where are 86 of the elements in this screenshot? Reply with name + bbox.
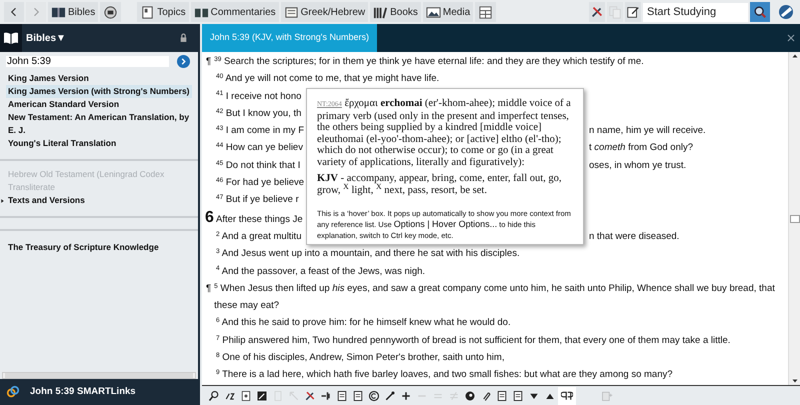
- verse-text: $^{5}$ When Jesus then lifted up his eyes, and saw a great company come unto him, he saith unto Philip, Whence shall we buy bread, that these may eat?: [214, 282, 776, 314]
- hover-options-link[interactable]: Options | Hover Options...: [394, 219, 498, 229]
- verse-text: $^{9}$ There is a lad here, which hath five barley loaves, and two small fishes: but what are they among so many?: [216, 368, 674, 382]
- verse-text: $^{40}$ And ye will not come to me, that ye might have life.: [216, 72, 440, 86]
- reference-field[interactable]: John 5:39: [6, 56, 169, 67]
- plus-icon: [400, 390, 412, 402]
- toolbar-button[interactable]: Greek/Hebrew: [280, 2, 368, 22]
- toolbar-button[interactable]: Books: [370, 2, 421, 22]
- search-icon: [753, 5, 767, 19]
- tool-button[interactable]: [558, 386, 576, 404]
- toolbar-button[interactable]: Media: [422, 2, 474, 22]
- verse-text: $^{42}$ But I know you, th: [216, 106, 302, 121]
- verse-text: $^{3}$ And Jesus went up into a mountain, and there he sat with his disciples.: [216, 247, 521, 262]
- bible-list-item[interactable]: Young's Literal Translation: [6, 137, 118, 150]
- disc-icon: [103, 4, 118, 20]
- bible-list-item[interactable]: New Testament: An American Translation, by E. J.: [6, 111, 192, 137]
- verse-text: $^{47}$ But if ye believe r: [216, 193, 299, 208]
- document-icon: [496, 390, 508, 402]
- copyright-icon: [368, 390, 380, 402]
- wand-icon: [384, 390, 396, 402]
- kjv-usage-text: KJV - accompany, appear, bring, come, enter, fall out, go, grow, $^{X}$ light, $^{X}$ next, pass, resort, be set.: [317, 173, 563, 196]
- document-icon: [336, 390, 348, 402]
- search-button[interactable]: [750, 2, 770, 22]
- verse-text: $^{46}$ For had ye believe: [216, 176, 304, 190]
- scroll-icon: [284, 4, 299, 20]
- page-icon: [140, 4, 156, 20]
- verse-text: $^{6}$ And this he said to prove him: for he himself knew what he would do.: [216, 316, 512, 330]
- verse-text: $^{44}$ How can ye believ: [216, 141, 303, 156]
- link-icon: [6, 385, 20, 399]
- verse-text: $^{8}$ One of his disciples, Andrew, Simon Peter's brother, saith unto him,: [216, 350, 506, 366]
- document-icon: [352, 390, 364, 402]
- paragraph-mark: ¶: [206, 282, 212, 296]
- smartlinks-label[interactable]: John 5:39 SMARTLinks: [30, 384, 136, 400]
- scroll-thumb[interactable]: [790, 214, 800, 222]
- toolbar-button[interactable]: Bibles: [48, 2, 98, 22]
- close-icon: [787, 34, 795, 42]
- grid-icon: [478, 4, 494, 20]
- verse-text: t cometh from God only?: [589, 141, 694, 156]
- bible-list-item[interactable]: American Standard Version: [6, 98, 122, 111]
- toolbar-button[interactable]: Topics: [137, 2, 189, 22]
- pointer-icon: [288, 390, 300, 402]
- verse-text: $^{43}$ I am come in my F: [216, 124, 304, 138]
- bookshelf-icon: [373, 4, 388, 20]
- verse-text: $^{4}$ And the passover, a feast of the Jews, was nigh.: [216, 264, 426, 279]
- tree-item[interactable]: Texts and Versions: [8, 194, 194, 207]
- chevron-right-icon: [180, 58, 187, 65]
- go-button[interactable]: [177, 55, 190, 68]
- verse-text: $^{41}$ I receive not hono: [216, 89, 302, 104]
- verse-text: n that were diseased.: [589, 230, 680, 244]
- toolbar-button[interactable]: [475, 2, 496, 22]
- paragraph-icon: [561, 390, 573, 402]
- horizontal-scrollbar[interactable]: [2, 372, 196, 379]
- globe-button[interactable]: [776, 2, 796, 22]
- verse-text: n name, him ye will receive.: [589, 124, 706, 138]
- search-field[interactable]: Start Studying: [643, 2, 748, 22]
- picture-icon: [426, 4, 441, 20]
- document-icon: [512, 390, 524, 402]
- circle-icon: [464, 390, 476, 402]
- globe-icon: [778, 4, 794, 20]
- toolbar-button[interactable]: Commentaries: [190, 2, 279, 22]
- verse-text: $^{2}$ And a great multitu: [216, 230, 302, 244]
- vertical-scrollbar[interactable]: [788, 52, 800, 385]
- commentary-item[interactable]: The Treasury of Scripture Knowledge: [8, 242, 159, 252]
- frame-icon: [240, 390, 252, 402]
- copy-icon: [608, 5, 622, 19]
- book-add-icon: [600, 390, 612, 402]
- page-icon: [272, 390, 284, 402]
- edit-icon: [626, 5, 640, 19]
- verse-text: $^{45}$ Do not think that I: [216, 158, 300, 173]
- image-icon: [256, 390, 268, 402]
- tool-button[interactable]: [589, 2, 605, 22]
- back-button[interactable]: [4, 2, 24, 22]
- chapter-verse: 6 After these things Je: [205, 208, 303, 228]
- bible-list-item[interactable]: King James Version (with Strong's Numbers): [6, 85, 192, 98]
- tool-button[interactable]: [625, 2, 641, 22]
- triangle-right-icon[interactable]: [0, 198, 5, 204]
- verse-text: $^{7}$ Philip answered him, Two hundred pennyworth of bread is not sufficient for them, that every one of them may take a little.: [216, 334, 732, 348]
- toolbar-button[interactable]: [100, 2, 122, 22]
- search-icon: [208, 390, 220, 402]
- not-equal-icon: [448, 390, 460, 402]
- paragraph-mark: ¶: [206, 55, 212, 69]
- panel-title-dropdown[interactable]: Bibles▼: [26, 30, 66, 46]
- bible-list-item[interactable]: King James Version: [6, 72, 91, 85]
- verse-text: oses, in whom ye trust.: [589, 158, 686, 173]
- verse-text: $^{39}$ Search the scriptures; for in them ye think ye have eternal life: and they are they which testify of me.: [214, 54, 645, 69]
- lock-icon: [179, 33, 188, 43]
